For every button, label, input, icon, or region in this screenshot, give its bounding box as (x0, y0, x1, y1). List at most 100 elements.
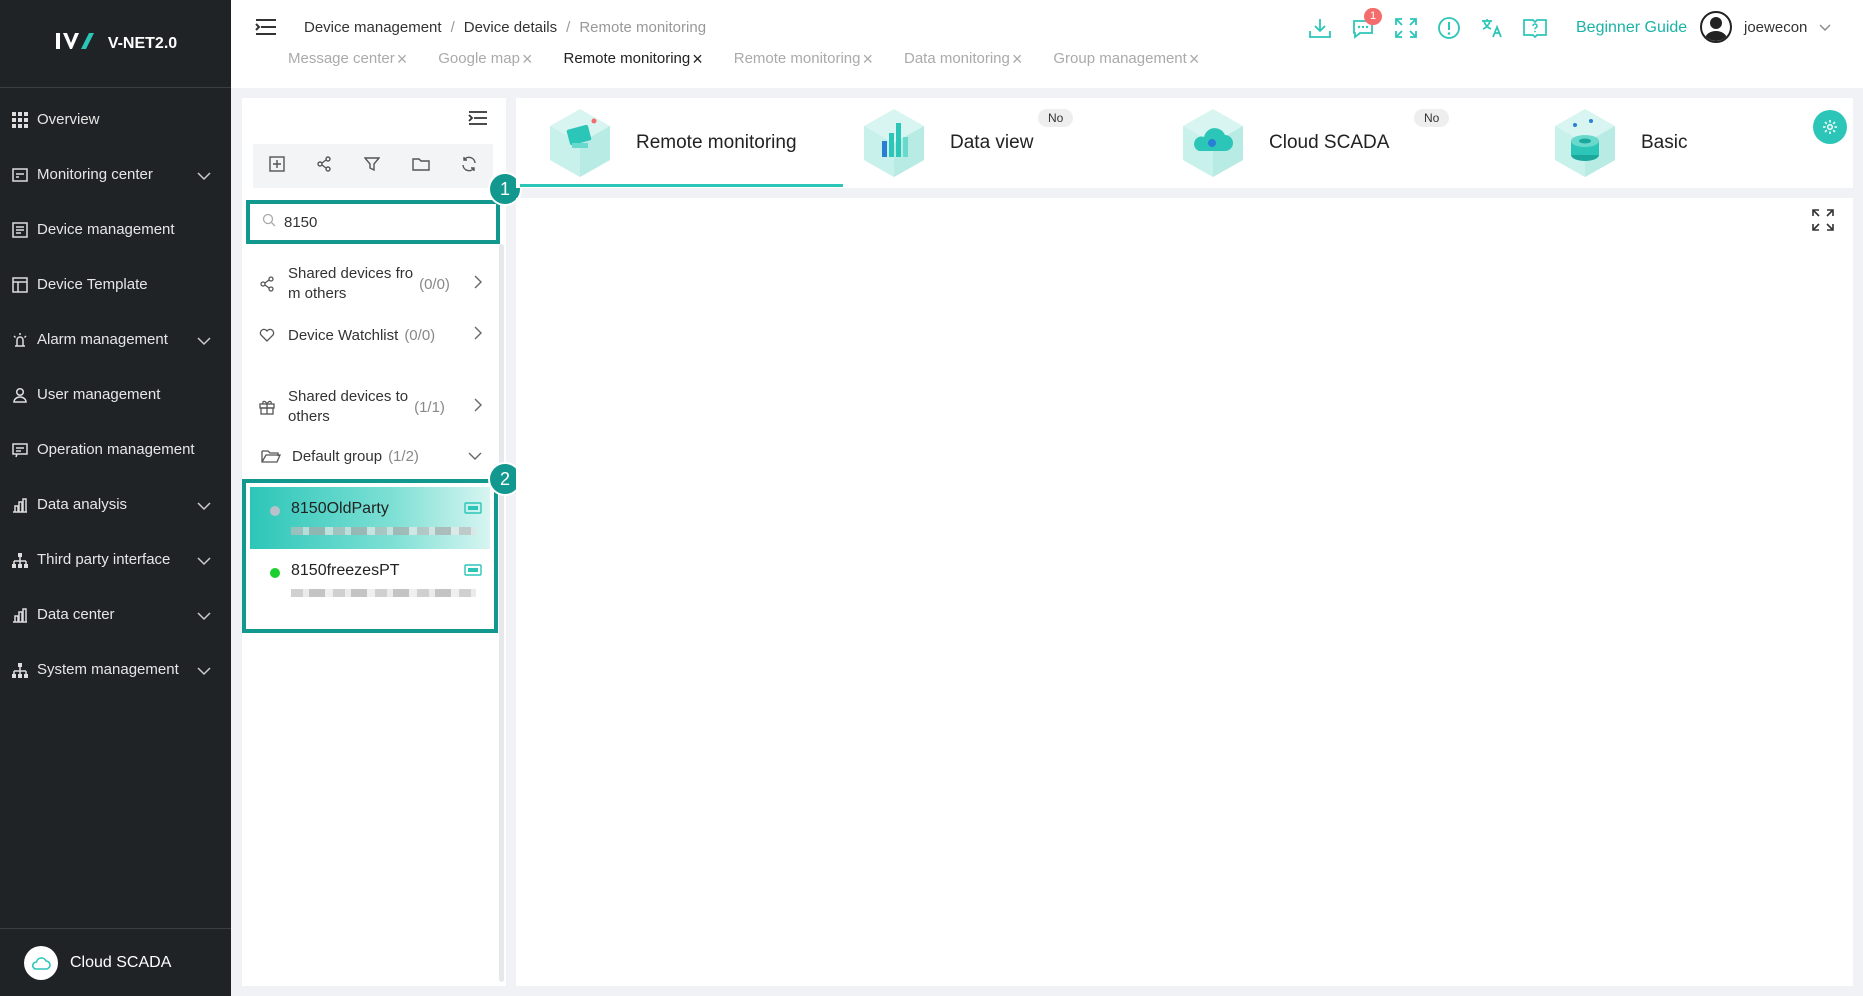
close-icon[interactable]: × (862, 50, 873, 68)
monitor-icon (11, 166, 29, 184)
search-icon (262, 213, 276, 231)
offline-status-dot (270, 506, 280, 516)
tree-default-group[interactable]: Default group (1/2) (260, 444, 488, 468)
mode-cloud-scada[interactable]: Cloud SCADA No (1179, 106, 1450, 180)
close-icon[interactable]: × (522, 50, 533, 68)
cloud-icon (24, 945, 58, 980)
sidebar-item-third-party-interface[interactable]: Third party interface (0, 532, 231, 587)
alert-icon[interactable] (1427, 12, 1470, 44)
chevron-right-icon (474, 398, 482, 416)
sidebar-item-device-management[interactable]: Device management (0, 202, 231, 257)
folder-open-icon (260, 448, 282, 464)
settings-gear-button[interactable] (1813, 110, 1847, 144)
online-status-dot (270, 568, 280, 578)
folder-icon[interactable] (411, 156, 430, 177)
device-name: 8150OldParty (291, 500, 389, 517)
breadcrumb-item[interactable]: Device management (304, 19, 442, 36)
tree-device-watchlist[interactable]: Device Watchlist (0/0) (256, 323, 484, 347)
grid-icon (11, 111, 29, 129)
chevron-down-icon (197, 608, 211, 625)
tab-label: Remote monitoring (733, 50, 861, 67)
tab-remote-monitoring-active[interactable]: Remote monitoring × (563, 50, 703, 68)
refresh-icon[interactable] (461, 156, 477, 177)
help-book-icon[interactable] (1513, 12, 1556, 44)
cloud-scada-cube-icon (1179, 107, 1247, 179)
sidebar-item-user-management[interactable]: User management (0, 367, 231, 422)
tab-bar: Message center × Google map × Remote monit… (288, 50, 1230, 68)
tab-message-center[interactable]: Message center × (288, 50, 408, 68)
tree-scrollbar[interactable] (499, 244, 504, 982)
header-toolbar: 1 Beginner Guide (1298, 8, 1687, 44)
sidebar-item-overview[interactable]: Overview (0, 92, 231, 147)
sidebar-item-data-analysis[interactable]: Data analysis (0, 477, 231, 532)
close-icon[interactable]: × (1189, 50, 1200, 68)
download-icon[interactable] (1298, 12, 1341, 44)
close-icon[interactable]: × (1012, 50, 1023, 68)
search-input[interactable] (284, 213, 464, 231)
sidebar-item-label: Alarm management (37, 331, 168, 348)
mode-label: Cloud SCADA (1269, 132, 1390, 153)
mode-remote-monitoring[interactable]: Remote monitoring (546, 106, 797, 180)
share-icon (256, 276, 278, 292)
translate-icon[interactable] (1470, 12, 1513, 44)
mode-label: Remote monitoring (636, 132, 797, 153)
logo-text: V-NET2.0 (107, 34, 178, 52)
breadcrumb-item[interactable]: Device details (464, 19, 557, 36)
tab-remote-monitoring[interactable]: Remote monitoring × (733, 50, 873, 68)
tab-data-monitoring[interactable]: Data monitoring × (904, 50, 1023, 68)
tab-group-management[interactable]: Group management × (1053, 50, 1200, 68)
mode-basic[interactable]: Basic (1551, 106, 1687, 180)
sidebar-item-label: Device management (37, 221, 175, 238)
device-card-icon[interactable] (464, 501, 482, 519)
mode-label: Basic (1641, 132, 1688, 153)
filter-icon[interactable] (363, 156, 381, 177)
device-search (246, 200, 500, 244)
cloud-scada-link[interactable]: Cloud SCADA (0, 928, 231, 996)
active-mode-indicator (520, 184, 843, 187)
header: Device management / Device details / Remot… (231, 0, 1863, 88)
cloud-scada-label: Cloud SCADA (70, 953, 172, 971)
sidebar-item-monitoring-center[interactable]: Monitoring center (0, 147, 231, 202)
heart-icon (256, 328, 278, 342)
share-icon[interactable] (316, 155, 332, 177)
sidebar-item-label: Operation management (37, 441, 195, 458)
tree-shared-from-others[interactable]: Shared devices fro m others (0/0) (256, 262, 484, 306)
add-device-icon[interactable] (269, 155, 285, 177)
device-card-icon[interactable] (464, 563, 482, 581)
close-icon[interactable]: × (692, 50, 703, 68)
tab-label: Remote monitoring (563, 50, 691, 67)
basic-cube-icon (1551, 107, 1619, 179)
tree-item-label: Shared devices fro m others (288, 265, 414, 302)
sidebar-item-operation-management[interactable]: Operation management (0, 422, 231, 477)
device-tree-panel: 1 Shared devices from others (0/0) Devic… (242, 98, 522, 986)
collapse-panel-icon[interactable] (468, 110, 488, 131)
operation-icon (11, 441, 29, 459)
tree-item-count: (0/0) (419, 275, 450, 293)
device-item-selected[interactable]: 8150OldParty (250, 487, 490, 549)
sidebar-item-alarm-management[interactable]: Alarm management (0, 312, 231, 367)
collapse-menu-icon[interactable] (255, 18, 277, 41)
sidebar-item-label: Data analysis (37, 496, 128, 513)
fullscreen-icon[interactable] (1384, 12, 1427, 44)
logo[interactable]: V-NET2.0 (0, 0, 231, 88)
chevron-down-icon (468, 448, 482, 465)
system-icon (11, 661, 29, 679)
chevron-down-icon (197, 168, 211, 185)
fullscreen-icon[interactable] (1811, 208, 1835, 237)
data-center-icon (11, 606, 29, 624)
sidebar-item-data-center[interactable]: Data center (0, 587, 231, 642)
tree-shared-to-others[interactable]: Shared devices to others (1/1) (256, 385, 484, 429)
chevron-right-icon (474, 275, 482, 293)
beginner-guide-link[interactable]: Beginner Guide (1576, 19, 1687, 37)
sidebar-item-device-template[interactable]: Device Template (0, 257, 231, 312)
mode-data-view[interactable]: Data view No (860, 106, 1074, 180)
message-icon[interactable]: 1 (1341, 8, 1384, 44)
close-icon[interactable]: × (397, 50, 408, 68)
tab-google-map[interactable]: Google map × (438, 50, 533, 68)
user-menu[interactable]: joewecon (1700, 11, 1831, 43)
sidebar-item-system-management[interactable]: System management (0, 642, 231, 697)
gift-icon (256, 399, 278, 415)
tab-label: Message center (288, 50, 395, 67)
tab-label: Google map (438, 50, 520, 67)
device-item[interactable]: 8150freezesPT (250, 549, 490, 611)
